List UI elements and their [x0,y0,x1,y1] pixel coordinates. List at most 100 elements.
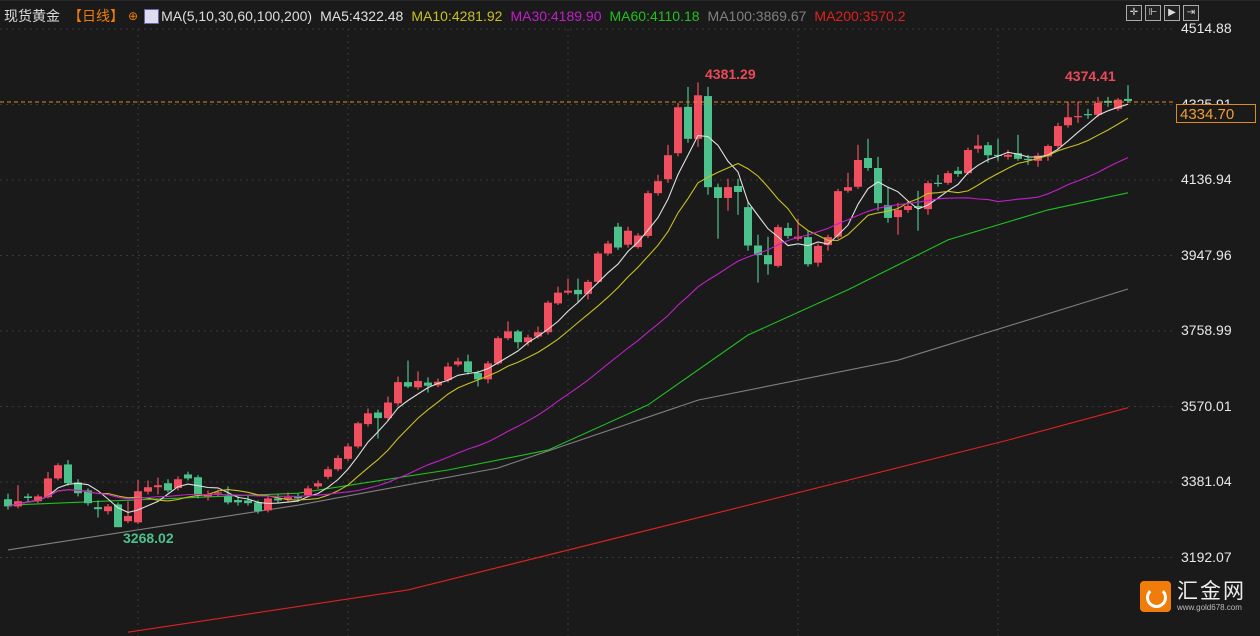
candle [484,360,492,384]
candle-body [104,506,112,512]
candle [1014,134,1022,161]
candle-body [894,209,902,218]
candle [784,222,792,239]
candle [664,144,672,183]
ma5-value: MA5:4322.48 [320,8,404,24]
y-tick-label: 3570.01 [1181,397,1232,414]
period-label[interactable]: 【日线】 [68,6,124,26]
candle-body [184,474,192,479]
ma200-line [127,407,1129,633]
candle-body [124,515,132,522]
candle [404,360,412,389]
logo-url: www.gold678.com [1177,603,1242,612]
candle [594,251,602,284]
target-icon[interactable]: ⊕ [128,9,138,23]
candle [444,362,452,383]
candle [264,496,272,513]
instrument-name: 现货黄金 [4,8,60,24]
crosshair-icon[interactable]: ✛ [1126,5,1142,21]
y-tick-label: 4514.88 [1181,20,1232,36]
candle-body [624,230,632,245]
play-icon[interactable]: ▶ [1164,5,1180,21]
candle [654,174,662,196]
candle [114,502,122,528]
candle [864,138,872,171]
candle [834,188,842,239]
candle [714,183,722,239]
candle-body [844,187,852,191]
y-tick-label: 3192.07 [1181,548,1232,565]
y-tick-label: 3758.99 [1181,322,1232,338]
candle [134,480,142,524]
candle-body [414,380,422,388]
candle-body [864,158,872,168]
candle-body [554,292,562,304]
candle [344,443,352,461]
candle [364,408,372,427]
y-tick-label: 4136.94 [1181,171,1232,187]
candle-body [154,485,162,488]
candle-body [464,361,472,373]
candle-body [984,145,992,156]
candle-body [944,173,952,183]
candle-body [664,155,672,180]
candle-body [64,464,72,484]
zoom-range-icon[interactable]: ⊩ [1145,5,1161,21]
candle [824,234,832,251]
candle-body [1004,154,1012,157]
candle-body [574,289,582,295]
candle-body [1094,102,1102,115]
candle [674,102,682,157]
candle [204,490,212,501]
candle-body [364,413,372,425]
candle-body [684,106,692,139]
jump-end-icon[interactable]: ⇥ [1183,5,1199,21]
candle [64,460,72,486]
candle [844,172,852,193]
candle-body [734,185,742,192]
candle-body [804,237,812,265]
logo-icon [1140,581,1171,612]
candle [974,134,982,153]
candle [754,234,762,283]
candle-body [604,243,612,254]
logo-name: 汇金网 [1177,580,1246,603]
candle-body [254,502,262,512]
candle-body [264,498,272,511]
candle [144,480,152,495]
candle [94,500,102,518]
candle-body [164,483,172,491]
candle [54,463,62,481]
candle-body [404,382,412,387]
candlestick-chart[interactable] [0,0,1260,636]
candle [1114,98,1122,111]
candle-body [704,96,712,188]
ma200-value: MA200:3570.2 [814,8,906,24]
candle-body [614,226,622,248]
ma-indicator-icon[interactable] [144,8,160,24]
candle-body [1054,126,1062,147]
candle-body [494,338,502,364]
candle [104,503,112,515]
current-price-tag: 4334.70 [1176,104,1256,123]
candle-body [654,181,662,194]
candle [604,240,612,256]
candle-body [334,458,342,470]
candle [324,466,332,480]
candle [884,186,892,223]
candle-body [134,491,142,523]
candle-body [454,361,462,365]
candle-body [344,446,352,459]
candle [614,222,622,250]
candle-body [214,492,222,494]
candle [424,377,432,393]
candle [4,493,12,510]
candle-body [784,227,792,236]
candle [1004,150,1012,160]
candle [394,376,402,406]
high-annotation-2: 4374.41 [1065,68,1116,84]
candle-body [964,150,972,174]
candle-body [394,382,402,404]
candle [514,329,522,349]
candle [164,479,172,493]
